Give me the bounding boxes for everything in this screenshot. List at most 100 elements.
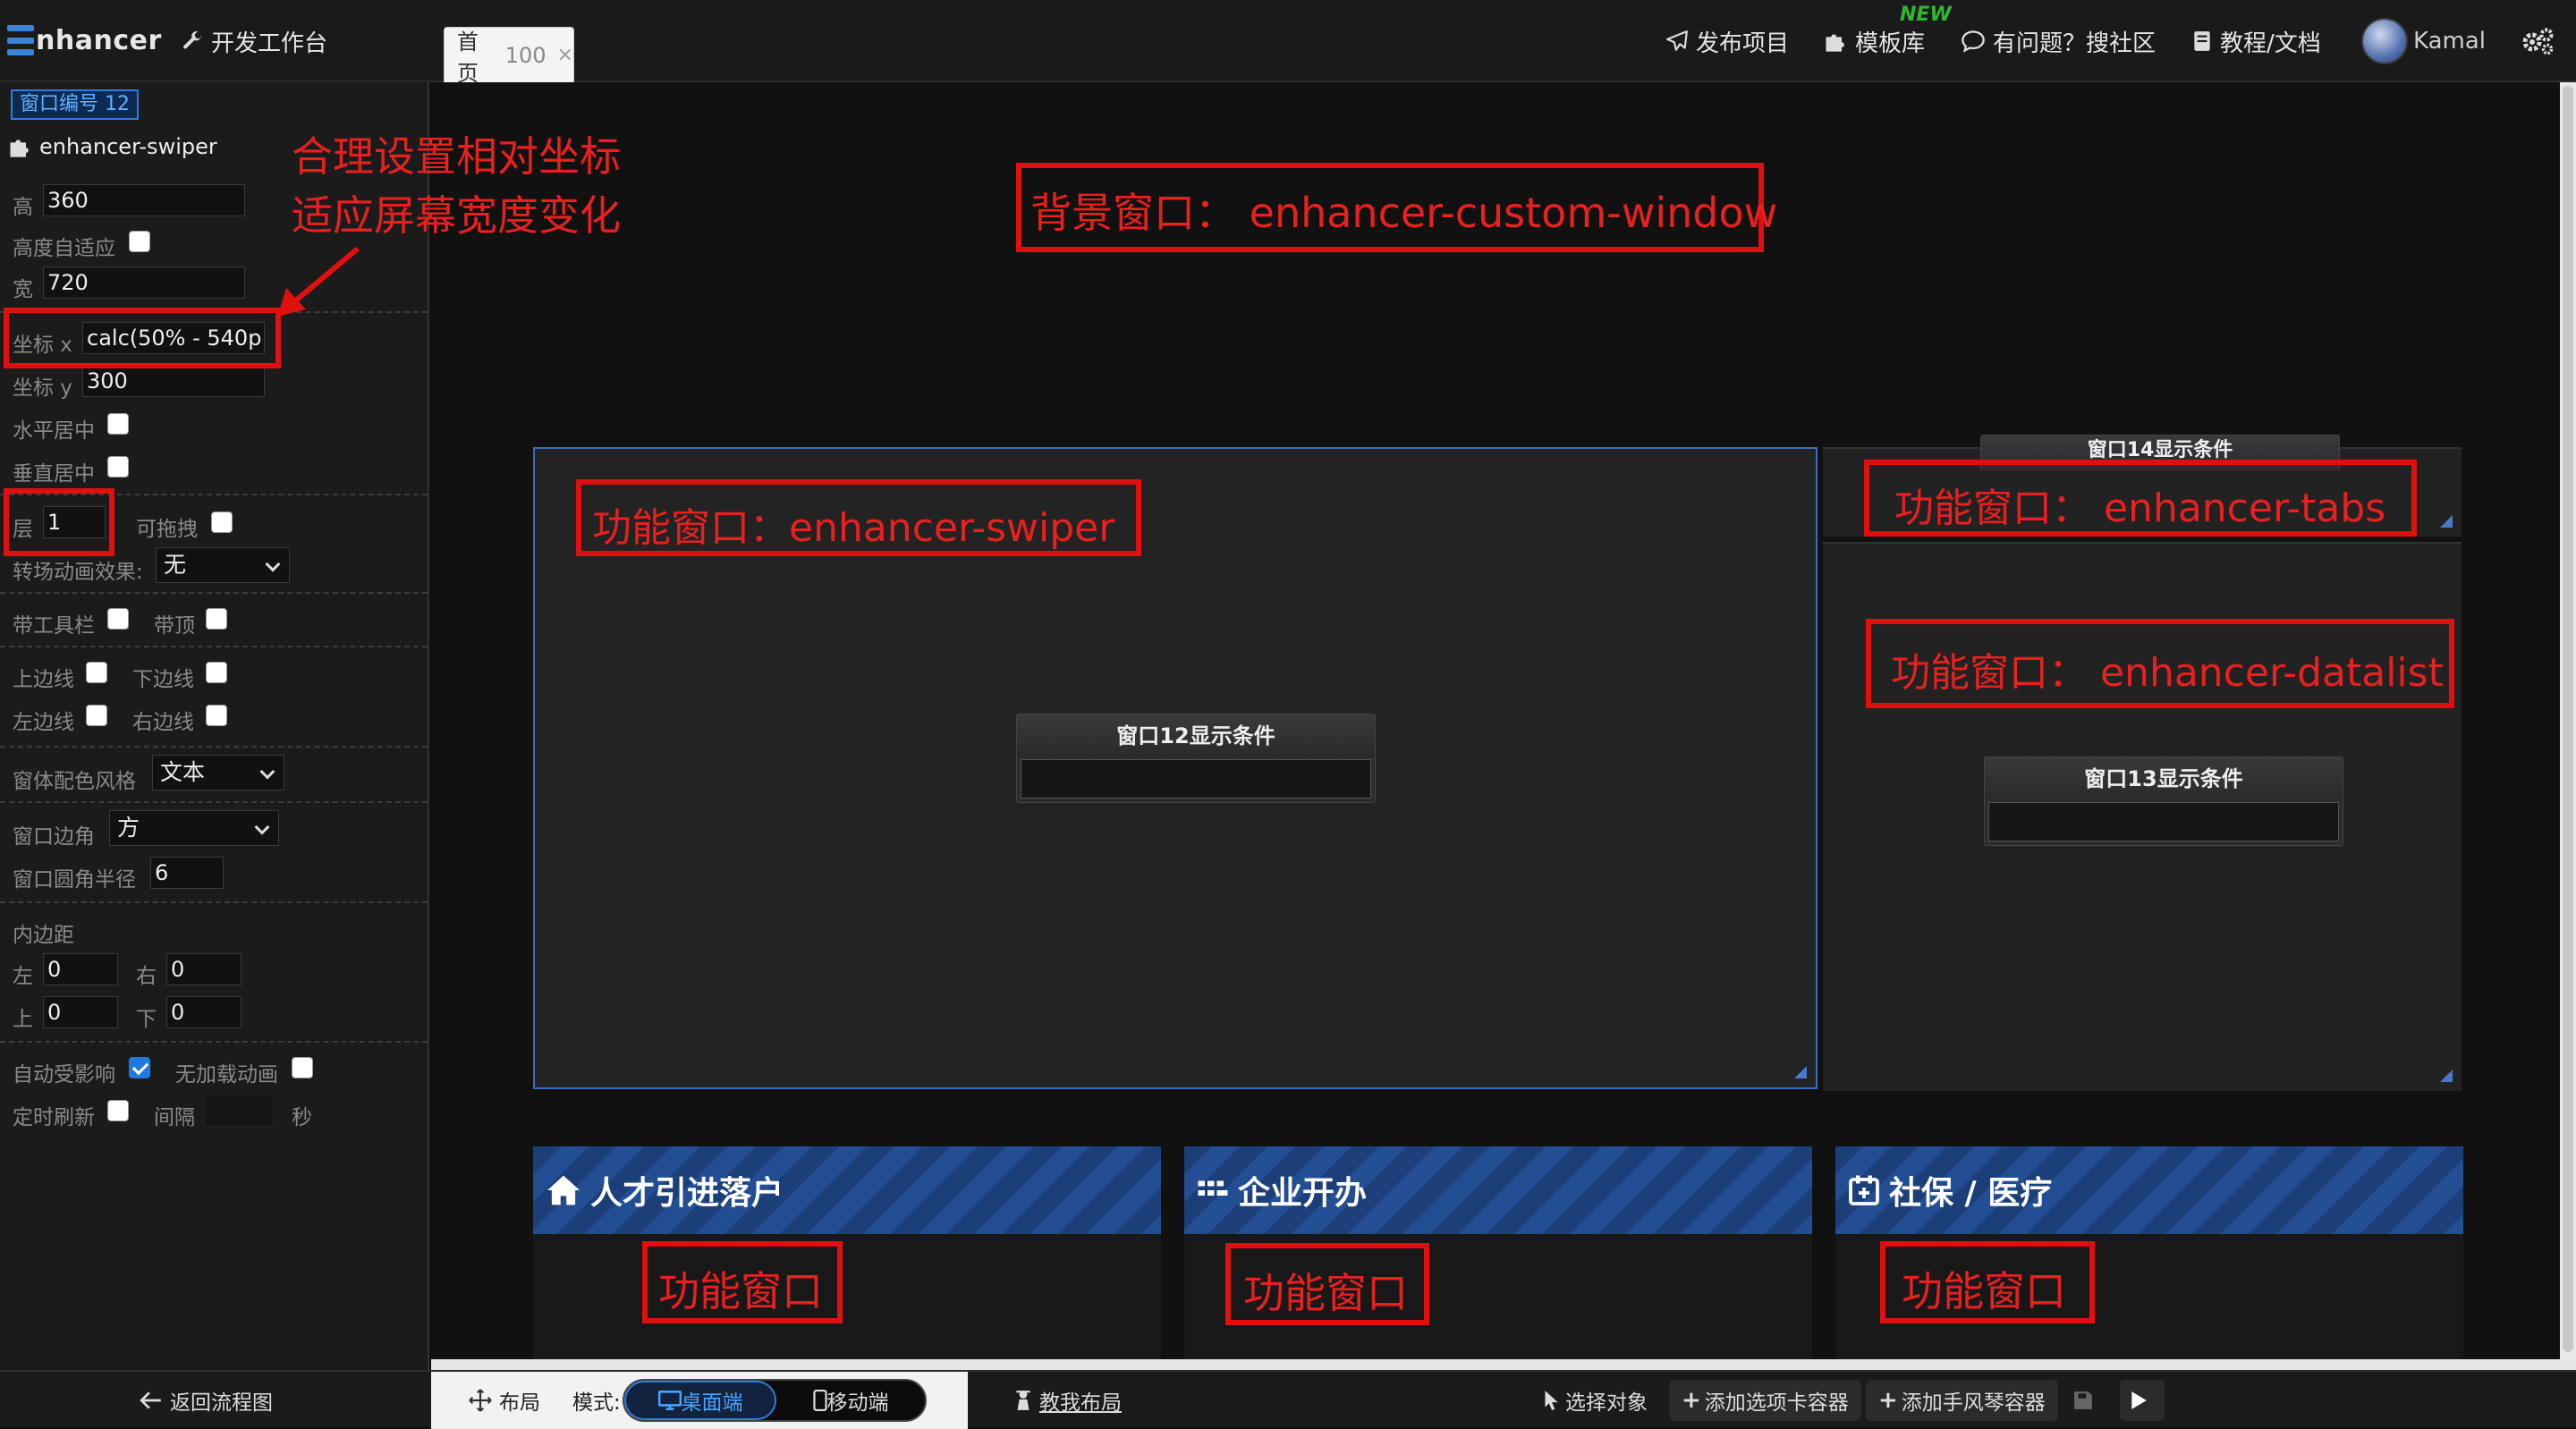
tab-home[interactable]: 首页 100 ×: [444, 27, 574, 86]
layout-button[interactable]: 布局: [469, 1372, 540, 1429]
height-input[interactable]: 360: [43, 184, 245, 216]
top-border-checkbox[interactable]: [86, 662, 107, 683]
save-button[interactable]: [2073, 1372, 2100, 1429]
auto-affect-checkbox[interactable]: [129, 1057, 150, 1078]
auto-height-checkbox[interactable]: [129, 231, 150, 252]
add-tabs-container-button[interactable]: + 添加选项卡容器: [1669, 1380, 1861, 1421]
window-13-condition[interactable]: 窗口13显示条件: [1984, 757, 2343, 846]
padding-bottom-input[interactable]: 0: [166, 996, 242, 1028]
window-13-condition-title: 窗口13显示条件: [1985, 757, 2343, 800]
mobile-mode-button[interactable]: 移动端: [776, 1381, 925, 1420]
radius-input[interactable]: 6: [150, 857, 224, 889]
workbench-link[interactable]: 开发工作台: [181, 21, 327, 61]
templates-link[interactable]: 模板库: [1823, 21, 1925, 61]
no-load-anim-checkbox[interactable]: [292, 1057, 313, 1078]
scrollbar-thumb[interactable]: [2563, 86, 2573, 1352]
move-icon: [469, 1389, 492, 1412]
left-border-checkbox[interactable]: [86, 705, 107, 726]
tab-close-icon[interactable]: ×: [557, 44, 573, 66]
transition-select[interactable]: 无: [156, 547, 290, 583]
desktop-label: 桌面端: [681, 1391, 743, 1415]
tip-line-1: 合理设置相对坐标: [292, 132, 621, 181]
docs-link[interactable]: 教程/文档: [2191, 21, 2321, 61]
vcenter-checkbox[interactable]: [107, 456, 129, 478]
padding-left-input[interactable]: 0: [43, 953, 118, 985]
add-accordion-container-button[interactable]: + 添加手风琴容器: [1866, 1380, 2058, 1421]
teach-label: 教我布局: [1039, 1391, 1122, 1415]
y-coord-input[interactable]: 300: [82, 365, 265, 397]
play-icon: [2131, 1391, 2147, 1409]
window-12-condition[interactable]: 窗口12显示条件: [1016, 714, 1376, 803]
corner-select[interactable]: 方: [109, 810, 279, 846]
card-talent-header: 人才引进落户: [533, 1146, 1161, 1234]
component-name: enhancer-swiper: [39, 134, 217, 159]
bottom-border-checkbox[interactable]: [206, 662, 227, 683]
tip-line-2: 适应屏幕宽度变化: [292, 191, 621, 240]
padding-right-input[interactable]: 0: [166, 953, 242, 985]
run-button[interactable]: [2120, 1380, 2165, 1421]
monitor-icon: [657, 1391, 682, 1410]
height-label: 高: [13, 196, 33, 219]
select-label: 选择对象: [1565, 1391, 1648, 1415]
community-label: 有问题？搜社区: [1993, 30, 2157, 57]
draggable-checkbox[interactable]: [211, 512, 233, 533]
settings-button[interactable]: [2521, 21, 2562, 61]
plus-icon: +: [1682, 1387, 1701, 1414]
layer-highlight: [4, 488, 114, 556]
mode-label: 模式:: [572, 1391, 621, 1415]
card-3-annotation: 功能窗口: [1902, 1267, 2066, 1315]
vcenter-label: 垂直居中: [13, 462, 95, 486]
teach-layout-link[interactable]: 教我布局: [1014, 1372, 1122, 1429]
mode-switch[interactable]: 桌面端 移动端: [623, 1379, 927, 1422]
plus-icon: +: [1878, 1387, 1898, 1414]
card-2-annotation: 功能窗口: [1243, 1269, 1408, 1317]
width-label: 宽: [13, 278, 33, 301]
add-tabs-label: 添加选项卡容器: [1704, 1391, 1849, 1415]
padding-label: 内边距: [13, 924, 74, 947]
padding-top-input[interactable]: 0: [43, 996, 118, 1028]
right-border-checkbox[interactable]: [206, 705, 227, 726]
vertical-scrollbar[interactable]: [2560, 82, 2576, 1359]
top-bar: nhancer 开发工作台 首页 100 × 发布项目 模板库 NEW 有问题？…: [0, 0, 2576, 86]
community-link[interactable]: 有问题？搜社区: [1961, 21, 2156, 61]
toolbar-checkbox[interactable]: [107, 608, 129, 630]
color-style-label: 窗体配色风格: [13, 770, 136, 793]
puzzle-icon: [10, 140, 29, 157]
padding-left-label: 左: [13, 965, 33, 988]
auto-affect-label: 自动受影响: [13, 1063, 115, 1087]
wrench-icon: [183, 31, 202, 49]
desktop-mode-button[interactable]: 桌面端: [624, 1381, 776, 1420]
resize-handle[interactable]: [2440, 1070, 2453, 1082]
sticky-top-checkbox[interactable]: [206, 608, 227, 630]
docs-label: 教程/文档: [2220, 30, 2321, 57]
publish-link[interactable]: 发布项目: [1665, 21, 1789, 61]
enhancer-logo[interactable]: nhancer: [7, 20, 162, 61]
back-to-flow-button[interactable]: 返回流程图: [140, 1372, 273, 1429]
window-12-condition-input[interactable]: [1021, 759, 1371, 799]
timer-refresh-checkbox[interactable]: [107, 1100, 129, 1121]
card-business-header: 企业开办: [1184, 1146, 1812, 1234]
bottom-border-label: 下边线: [132, 668, 194, 691]
transition-label: 转场动画效果:: [13, 561, 143, 584]
tab-home-count: 100: [504, 42, 547, 68]
color-style-select[interactable]: 文本: [152, 755, 284, 791]
chat-icon: [1962, 30, 1985, 53]
datalist-annotation: 功能窗口： enhancer-datalist: [1891, 650, 2444, 696]
card-talent[interactable]: 人才引进落户: [533, 1146, 1161, 1361]
width-input[interactable]: 720: [43, 266, 245, 299]
add-accordion-label: 添加手风琴容器: [1901, 1391, 2046, 1415]
select-object-button[interactable]: 选择对象: [1544, 1372, 1648, 1429]
grid-icon: [1198, 1180, 1228, 1196]
interval-input[interactable]: [204, 1095, 274, 1127]
hcenter-checkbox[interactable]: [107, 413, 129, 435]
user-name[interactable]: Kamal: [2413, 21, 2486, 61]
cursor-icon: [1545, 1391, 1558, 1410]
resize-handle[interactable]: [2440, 515, 2453, 528]
user-avatar[interactable]: [2361, 18, 2408, 64]
paper-plane-icon: [1666, 30, 1688, 51]
corner-label: 窗口边角: [13, 825, 95, 849]
swiper-annotation: 功能窗口：enhancer-swiper: [592, 505, 1115, 551]
resize-handle[interactable]: [1794, 1066, 1807, 1078]
horizontal-scrollbar[interactable]: [431, 1359, 2576, 1370]
window-13-condition-input[interactable]: [1988, 802, 2339, 841]
